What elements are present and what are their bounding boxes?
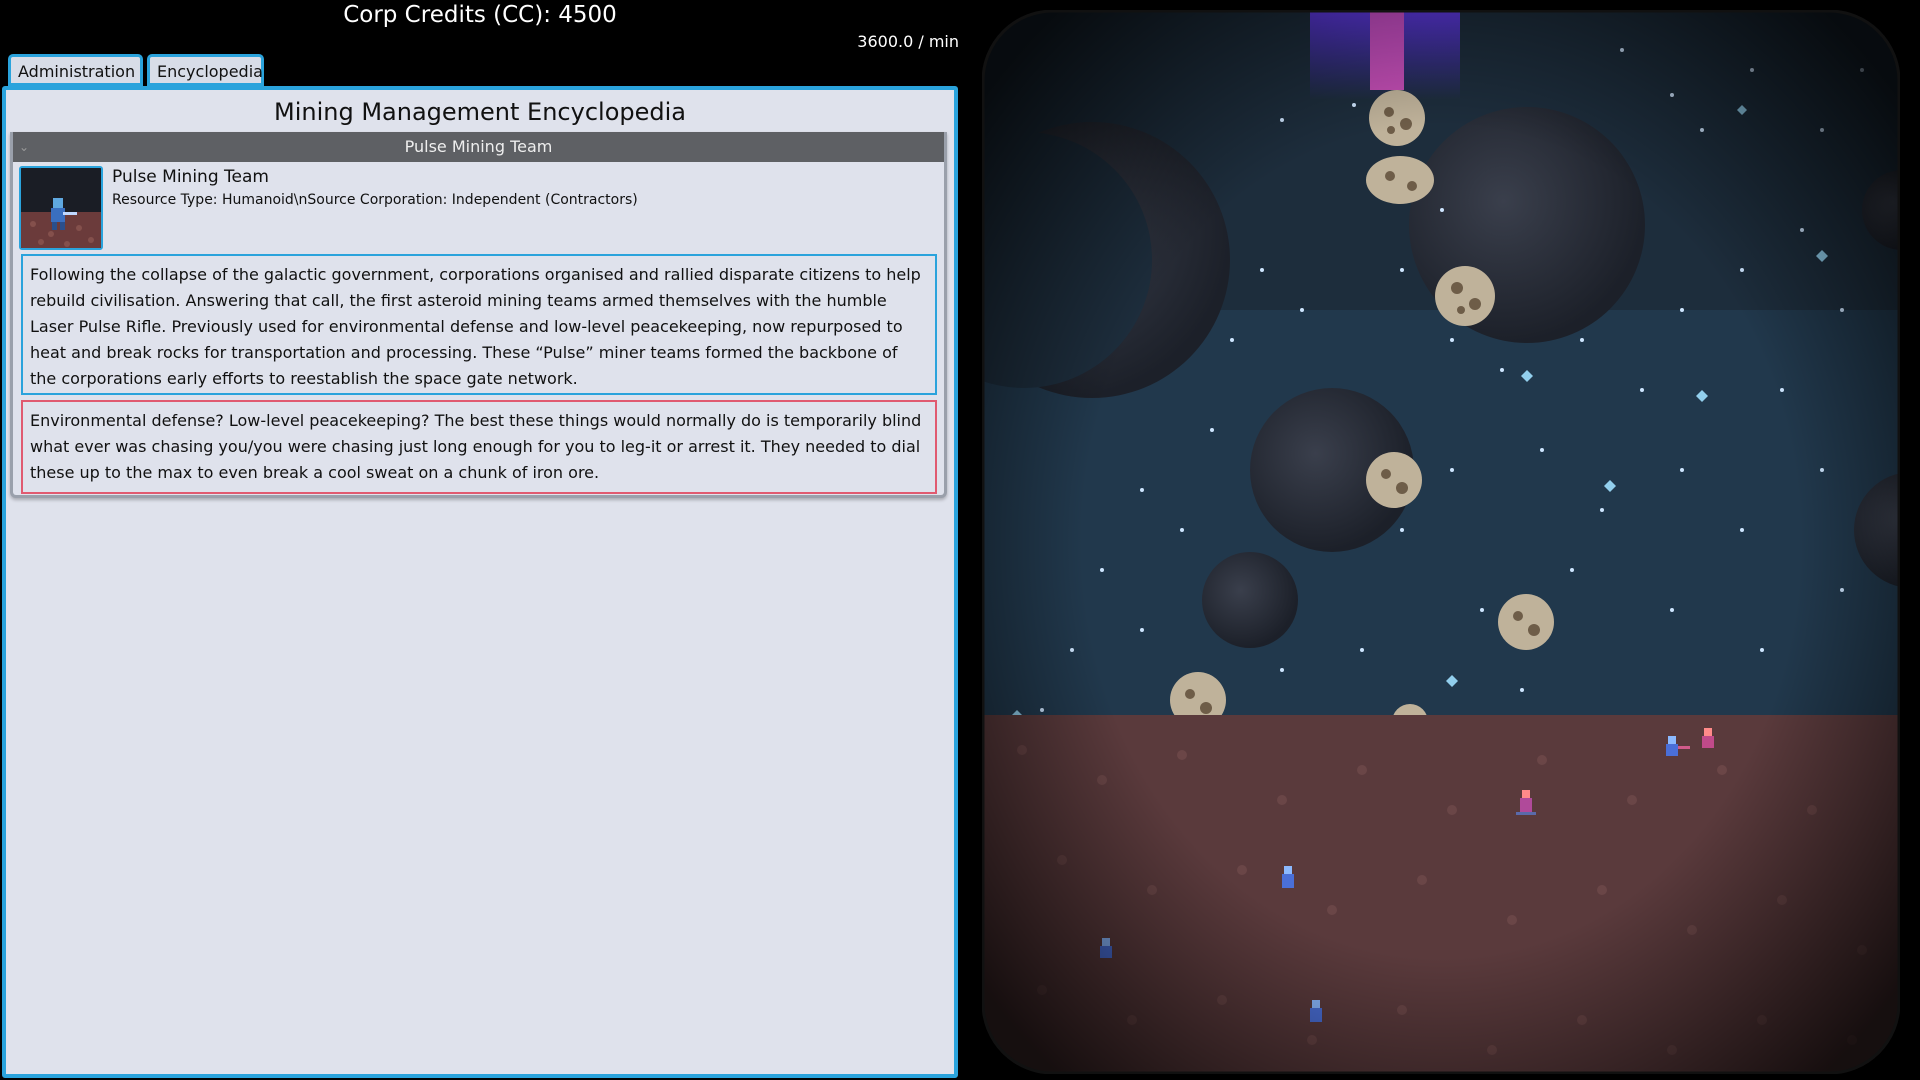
entry-name: Pulse Mining Team [112, 167, 269, 187]
entry-meta: Resource Type: Humanoid\nSource Corporat… [112, 192, 638, 208]
tab-encyclopedia[interactable]: Encyclopedia [147, 54, 264, 86]
game-viewport[interactable] [960, 0, 1920, 1080]
entry-description: Following the collapse of the galactic g… [21, 254, 937, 395]
tab-administration[interactable]: Administration [8, 54, 143, 86]
panel-title: Mining Management Encyclopedia [274, 98, 686, 126]
entry-header[interactable]: ⌄ Pulse Mining Team [13, 132, 944, 162]
encyclopedia-entry: ⌄ Pulse Mining Team Pulse Mining Team Re… [10, 132, 947, 498]
miner-portrait [19, 166, 103, 250]
credit-rate: 3600.0 / min [857, 32, 959, 51]
entry-header-label: Pulse Mining Team [404, 137, 553, 156]
chevron-down-icon[interactable]: ⌄ [19, 132, 29, 162]
corp-credits: Corp Credits (CC): 4500 [343, 2, 617, 28]
crt-screen[interactable] [982, 10, 1900, 1074]
encyclopedia-panel: Mining Management Encyclopedia ⌄ Pulse M… [2, 86, 958, 1078]
entry-commentary: Environmental defense? Low-level peaceke… [21, 400, 937, 494]
